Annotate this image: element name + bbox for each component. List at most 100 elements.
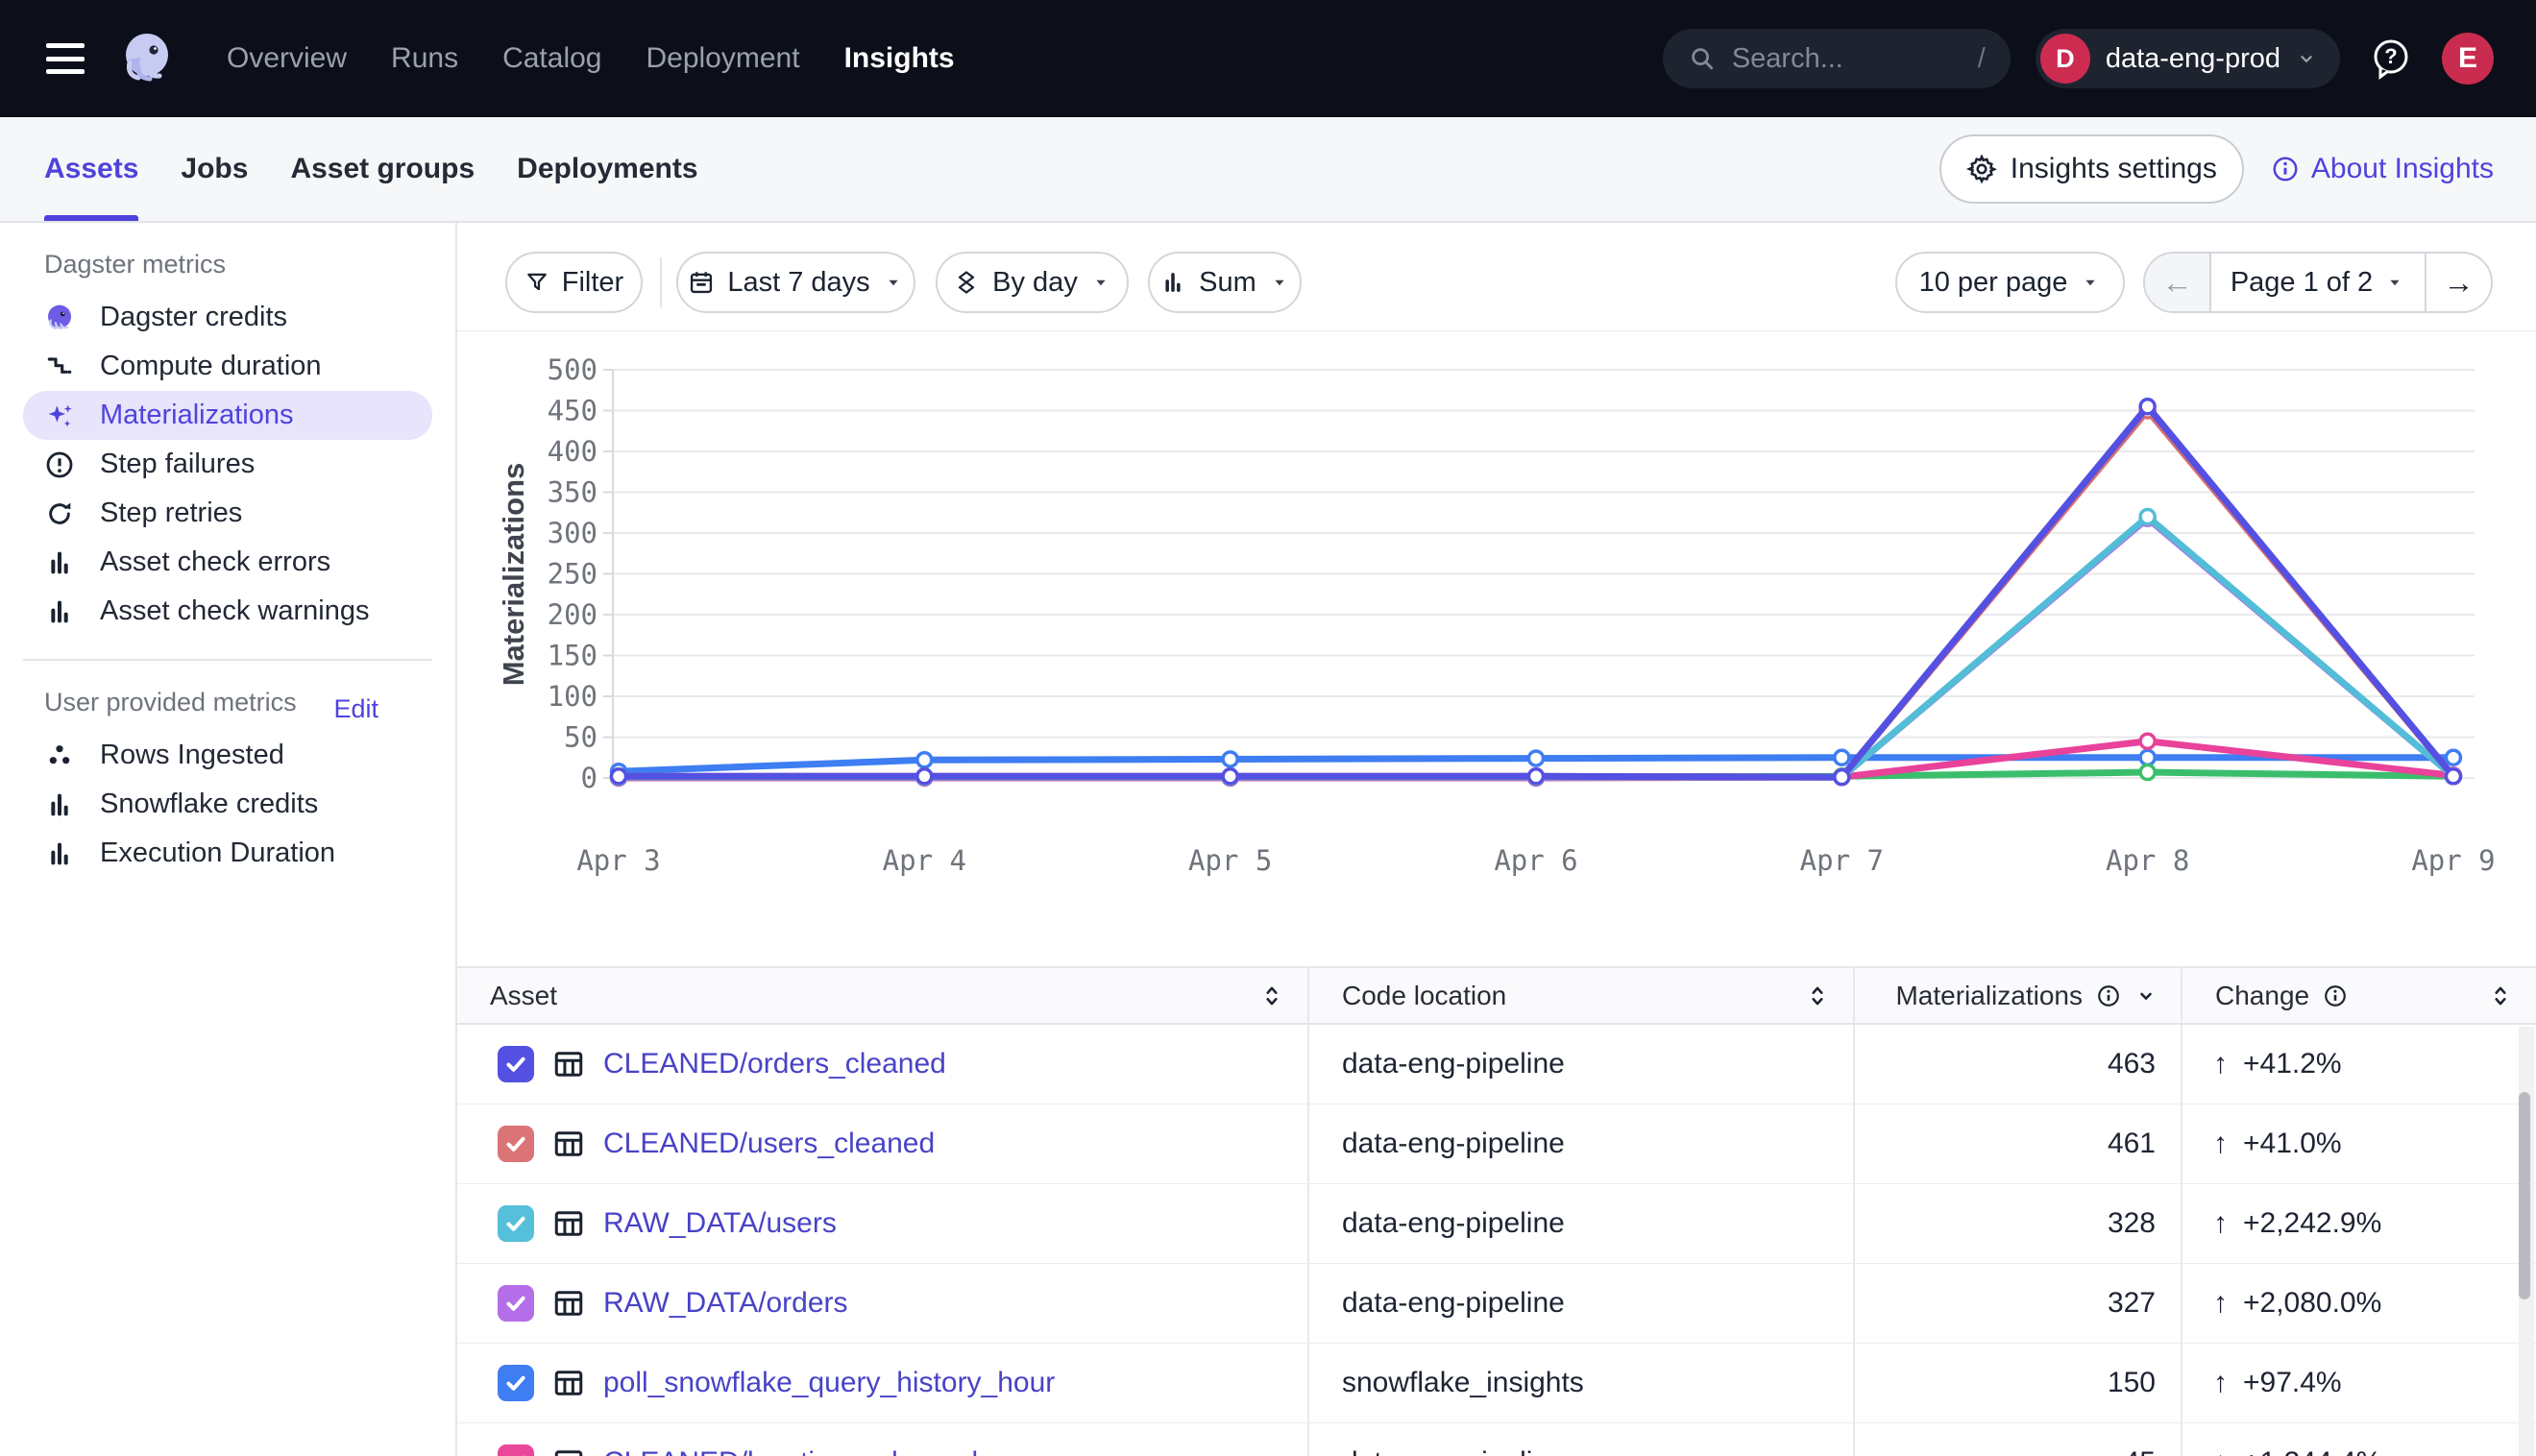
sidebar-item-step-failures[interactable]: Step failures xyxy=(23,440,432,489)
per-page-dropdown[interactable]: 10 per page xyxy=(1895,252,2125,313)
asset-link[interactable]: CLEANED/locations_cleaned xyxy=(603,1446,978,1456)
asset-link[interactable]: RAW_DATA/users xyxy=(603,1207,837,1240)
about-insights-link[interactable]: About Insights xyxy=(2271,153,2494,185)
check-icon xyxy=(502,1130,529,1157)
org-switcher[interactable]: D data-eng-prod xyxy=(2036,29,2340,88)
tab-asset-groups[interactable]: Asset groups xyxy=(290,117,475,221)
nav-link-deployment[interactable]: Deployment xyxy=(646,42,799,75)
granularity-dropdown[interactable]: By day xyxy=(936,252,1129,313)
sidebar-item-compute-duration[interactable]: Compute duration xyxy=(23,342,432,391)
bar-chart-icon xyxy=(1159,269,1186,296)
info-icon[interactable] xyxy=(2096,983,2121,1008)
up-arrow-icon: ↑ xyxy=(2213,1287,2228,1320)
svg-text:50: 50 xyxy=(564,721,597,754)
sidebar-item-step-retries[interactable]: Step retries xyxy=(23,489,432,538)
svg-text:400: 400 xyxy=(548,435,597,468)
series-checkbox[interactable] xyxy=(498,1205,534,1242)
caret-down-icon xyxy=(2080,272,2101,293)
sidebar-item-asset-check-warnings[interactable]: Asset check warnings xyxy=(23,587,432,636)
sidebar-item-dagster-credits[interactable]: Dagster credits xyxy=(23,293,432,342)
top-nav-links: Overview Runs Catalog Deployment Insights xyxy=(227,42,955,75)
asset-link[interactable]: CLEANED/orders_cleaned xyxy=(603,1048,946,1080)
insights-settings-label: Insights settings xyxy=(2011,153,2217,185)
filter-icon xyxy=(524,270,549,295)
nav-link-runs[interactable]: Runs xyxy=(391,42,458,75)
asset-link[interactable]: poll_snowflake_query_history_hour xyxy=(603,1367,1055,1399)
octopus-sm-icon xyxy=(44,303,75,333)
change-cell: ↑+2,080.0% xyxy=(2182,1264,2536,1343)
sidebar-item-asset-check-errors[interactable]: Asset check errors xyxy=(23,538,432,587)
gear-icon xyxy=(1966,154,1997,184)
svg-text:Apr 5: Apr 5 xyxy=(1188,844,1272,877)
tab-assets[interactable]: Assets xyxy=(44,117,138,221)
next-page-button[interactable]: → xyxy=(2426,254,2491,311)
series-checkbox[interactable] xyxy=(498,1046,534,1082)
chevron-down-icon[interactable] xyxy=(2134,984,2158,1007)
table-asset-icon xyxy=(551,1206,586,1241)
top-nav: Overview Runs Catalog Deployment Insights Se… xyxy=(0,0,2536,117)
edit-user-metrics-link[interactable]: Edit xyxy=(333,694,378,724)
info-icon xyxy=(2271,155,2300,183)
asset-link[interactable]: CLEANED/users_cleaned xyxy=(603,1128,935,1160)
column-header-materializations[interactable]: Materializations xyxy=(1855,968,2182,1023)
code-location-cell: data-eng-pipeline xyxy=(1309,1025,1855,1104)
series-checkbox[interactable] xyxy=(498,1285,534,1322)
table-scrollbar-thumb[interactable] xyxy=(2519,1092,2530,1299)
about-insights-label: About Insights xyxy=(2311,153,2494,185)
table-asset-icon xyxy=(551,1366,586,1400)
search-input[interactable]: Search... / xyxy=(1663,29,2011,88)
series-checkbox[interactable] xyxy=(498,1365,534,1401)
sidebar-item-execution-duration[interactable]: Execution Duration xyxy=(23,829,432,878)
sidebar-item-snowflake-credits[interactable]: Snowflake credits xyxy=(23,780,432,829)
table-row: RAW_DATA/usersdata-eng-pipeline328↑+2,24… xyxy=(457,1184,2536,1264)
menu-icon[interactable] xyxy=(46,43,85,74)
sidebar-item-rows-ingested[interactable]: Rows Ingested xyxy=(23,731,432,780)
materializations-chart: 050100150200250300350400450500Apr 3Apr 4… xyxy=(457,336,2536,893)
code-location-cell: data-eng-pipeline xyxy=(1309,1184,1855,1263)
page-selector[interactable]: Page 1 of 2 xyxy=(2209,254,2426,311)
sidebar-item-label: Snowflake credits xyxy=(100,789,318,820)
date-range-dropdown[interactable]: Last 7 days xyxy=(676,252,915,313)
bar-chart-icon xyxy=(44,547,75,578)
sidebar-item-materializations[interactable]: Materializations xyxy=(23,391,432,440)
calendar-icon xyxy=(688,269,715,296)
tab-jobs[interactable]: Jobs xyxy=(181,117,248,221)
nav-link-catalog[interactable]: Catalog xyxy=(502,42,601,75)
aggregation-dropdown[interactable]: Sum xyxy=(1148,252,1302,313)
table-asset-icon xyxy=(551,1127,586,1161)
column-header-code-location[interactable]: Code location xyxy=(1309,968,1855,1023)
svg-text:Materializations: Materializations xyxy=(497,463,530,687)
table-asset-icon xyxy=(551,1047,586,1081)
tab-deployments[interactable]: Deployments xyxy=(517,117,697,221)
sort-icon[interactable] xyxy=(2488,983,2513,1008)
check-icon xyxy=(502,1290,529,1317)
svg-text:450: 450 xyxy=(548,395,597,427)
materializations-cell: 150 xyxy=(1855,1344,2182,1422)
info-icon[interactable] xyxy=(2323,983,2348,1008)
help-icon[interactable]: ? xyxy=(2365,33,2417,85)
column-header-asset[interactable]: Asset xyxy=(457,968,1309,1023)
nav-link-overview[interactable]: Overview xyxy=(227,42,347,75)
insights-settings-button[interactable]: Insights settings xyxy=(1939,134,2244,204)
sort-icon[interactable] xyxy=(1259,983,1284,1008)
table-scrollbar-track[interactable] xyxy=(2519,1027,2534,1456)
previous-page-button[interactable]: ← xyxy=(2145,254,2209,311)
sort-icon[interactable] xyxy=(1805,983,1830,1008)
column-header-change[interactable]: Change xyxy=(2182,968,2536,1023)
up-arrow-icon: ↑ xyxy=(2213,1207,2228,1240)
series-checkbox[interactable] xyxy=(498,1126,534,1162)
dagster-metrics-section-title: Dagster metrics xyxy=(44,250,455,279)
user-avatar[interactable]: E xyxy=(2442,33,2494,85)
nav-link-insights[interactable]: Insights xyxy=(844,42,955,75)
filter-button[interactable]: Filter xyxy=(505,252,643,313)
change-value: +41.2% xyxy=(2243,1048,2342,1080)
main-content: Filter Last 7 days By day Sum 10 per pag… xyxy=(457,223,2536,1456)
column-label: Change xyxy=(2215,981,2309,1011)
change-cell: ↑+41.0% xyxy=(2182,1104,2536,1183)
dagster-logo[interactable] xyxy=(115,27,179,90)
svg-text:Apr 7: Apr 7 xyxy=(1800,844,1884,877)
table-asset-icon xyxy=(551,1445,586,1456)
asset-link[interactable]: RAW_DATA/orders xyxy=(603,1287,848,1320)
sidebar-item-label: Dagster credits xyxy=(100,302,287,333)
series-checkbox[interactable] xyxy=(498,1444,534,1456)
